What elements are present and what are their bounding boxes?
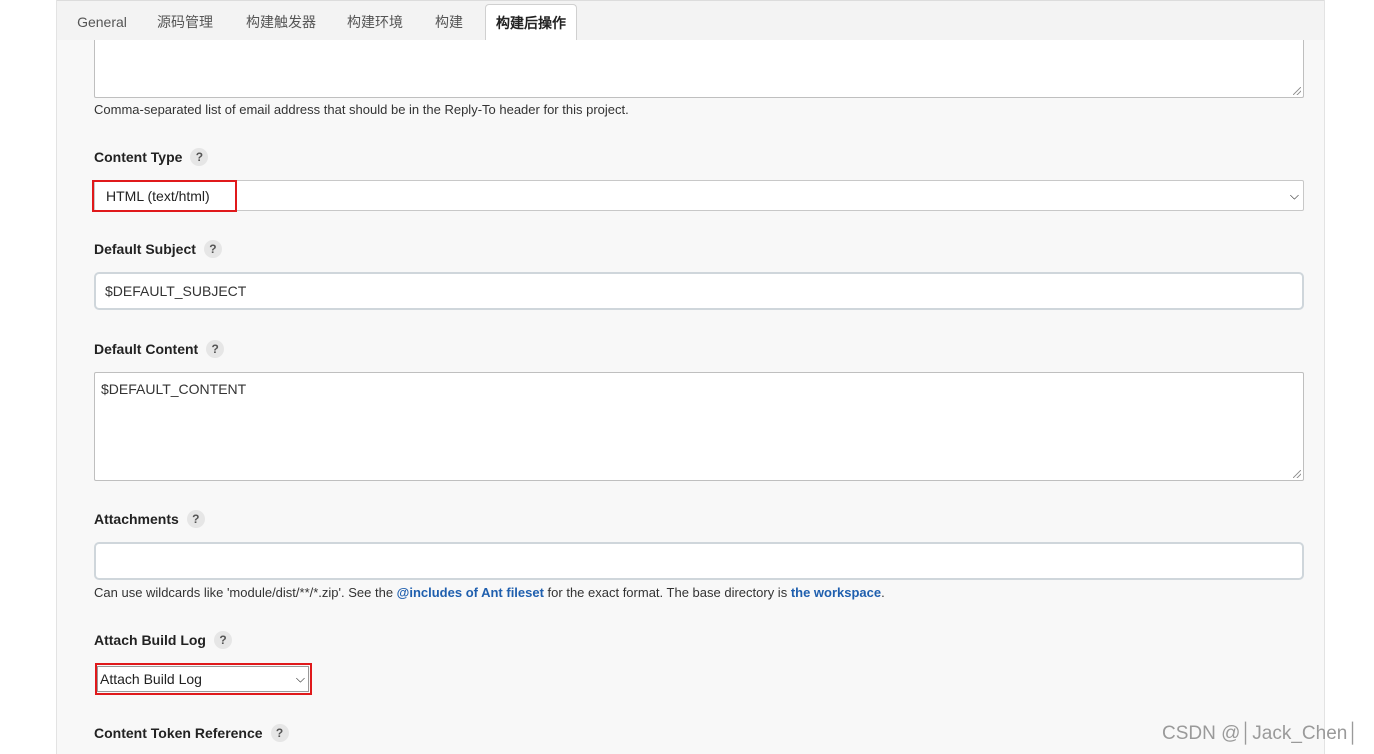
default-subject-help-icon[interactable]: ? [203,240,222,258]
resize-handle-icon[interactable] [1293,470,1301,478]
content-type-label-text: Content Type [94,149,183,165]
form-content: Comma-separated list of email address th… [57,40,1324,754]
default-content-value: $DEFAULT_CONTENT [101,381,247,397]
tab-general[interactable]: General [69,4,135,40]
attachments-help-suffix: . [881,585,885,600]
content-type-help-icon[interactable]: ? [190,148,209,166]
default-content-label-text: Default Content [94,341,199,357]
default-subject-input[interactable]: $DEFAULT_SUBJECT [94,272,1304,310]
workspace-link[interactable]: the workspace [791,585,881,600]
ant-fileset-link[interactable]: @includes of Ant fileset [397,585,544,600]
tab-source-management[interactable]: 源码管理 [149,4,221,40]
attachments-help-middle: for the exact format. The base directory… [543,585,791,600]
content-type-label: Content Type ? [94,148,209,166]
csdn-watermark: CSDN @│Jack_Chen│ [1162,723,1360,744]
tab-build-environment[interactable]: 构建环境 [339,4,411,40]
tab-post-build-actions[interactable]: 构建后操作 [485,4,577,41]
content-token-help-icon[interactable]: ? [270,724,289,742]
content-type-select[interactable]: HTML (text/html) ⌵ [94,180,1304,211]
attachments-label-text: Attachments [94,511,179,527]
default-subject-label: Default Subject ? [94,240,222,258]
attach-build-log-highlight [95,663,312,695]
attach-build-log-label: Attach Build Log ? [94,631,232,649]
reply-to-help: Comma-separated list of email address th… [94,102,629,117]
reply-to-textarea[interactable] [94,40,1304,98]
chevron-down-icon: ⌵ [1289,188,1299,202]
resize-handle-icon[interactable] [1293,87,1301,95]
default-content-textarea[interactable]: $DEFAULT_CONTENT [94,372,1304,481]
content-token-label-text: Content Token Reference [94,725,263,741]
attachments-label: Attachments ? [94,510,205,528]
attach-build-log-help-icon[interactable]: ? [214,631,232,649]
content-type-highlight [92,180,237,212]
attachments-input[interactable] [94,542,1304,580]
attachments-help-icon[interactable]: ? [186,510,205,528]
config-panel: General 源码管理 构建触发器 构建环境 构建 构建后操作 Comma-s… [56,0,1325,754]
tab-build-triggers[interactable]: 构建触发器 [237,4,325,40]
tab-build[interactable]: 构建 [427,4,471,40]
tab-bar: General 源码管理 构建触发器 构建环境 构建 构建后操作 [57,0,1324,41]
attachments-help-prefix: Can use wildcards like 'module/dist/**/*… [94,585,397,600]
default-content-label: Default Content ? [94,340,225,358]
default-content-help-icon[interactable]: ? [206,340,225,358]
content-token-label: Content Token Reference ? [94,724,289,742]
attach-build-log-label-text: Attach Build Log [94,632,206,648]
attachments-help: Can use wildcards like 'module/dist/**/*… [94,585,885,600]
default-subject-label-text: Default Subject [94,241,196,257]
